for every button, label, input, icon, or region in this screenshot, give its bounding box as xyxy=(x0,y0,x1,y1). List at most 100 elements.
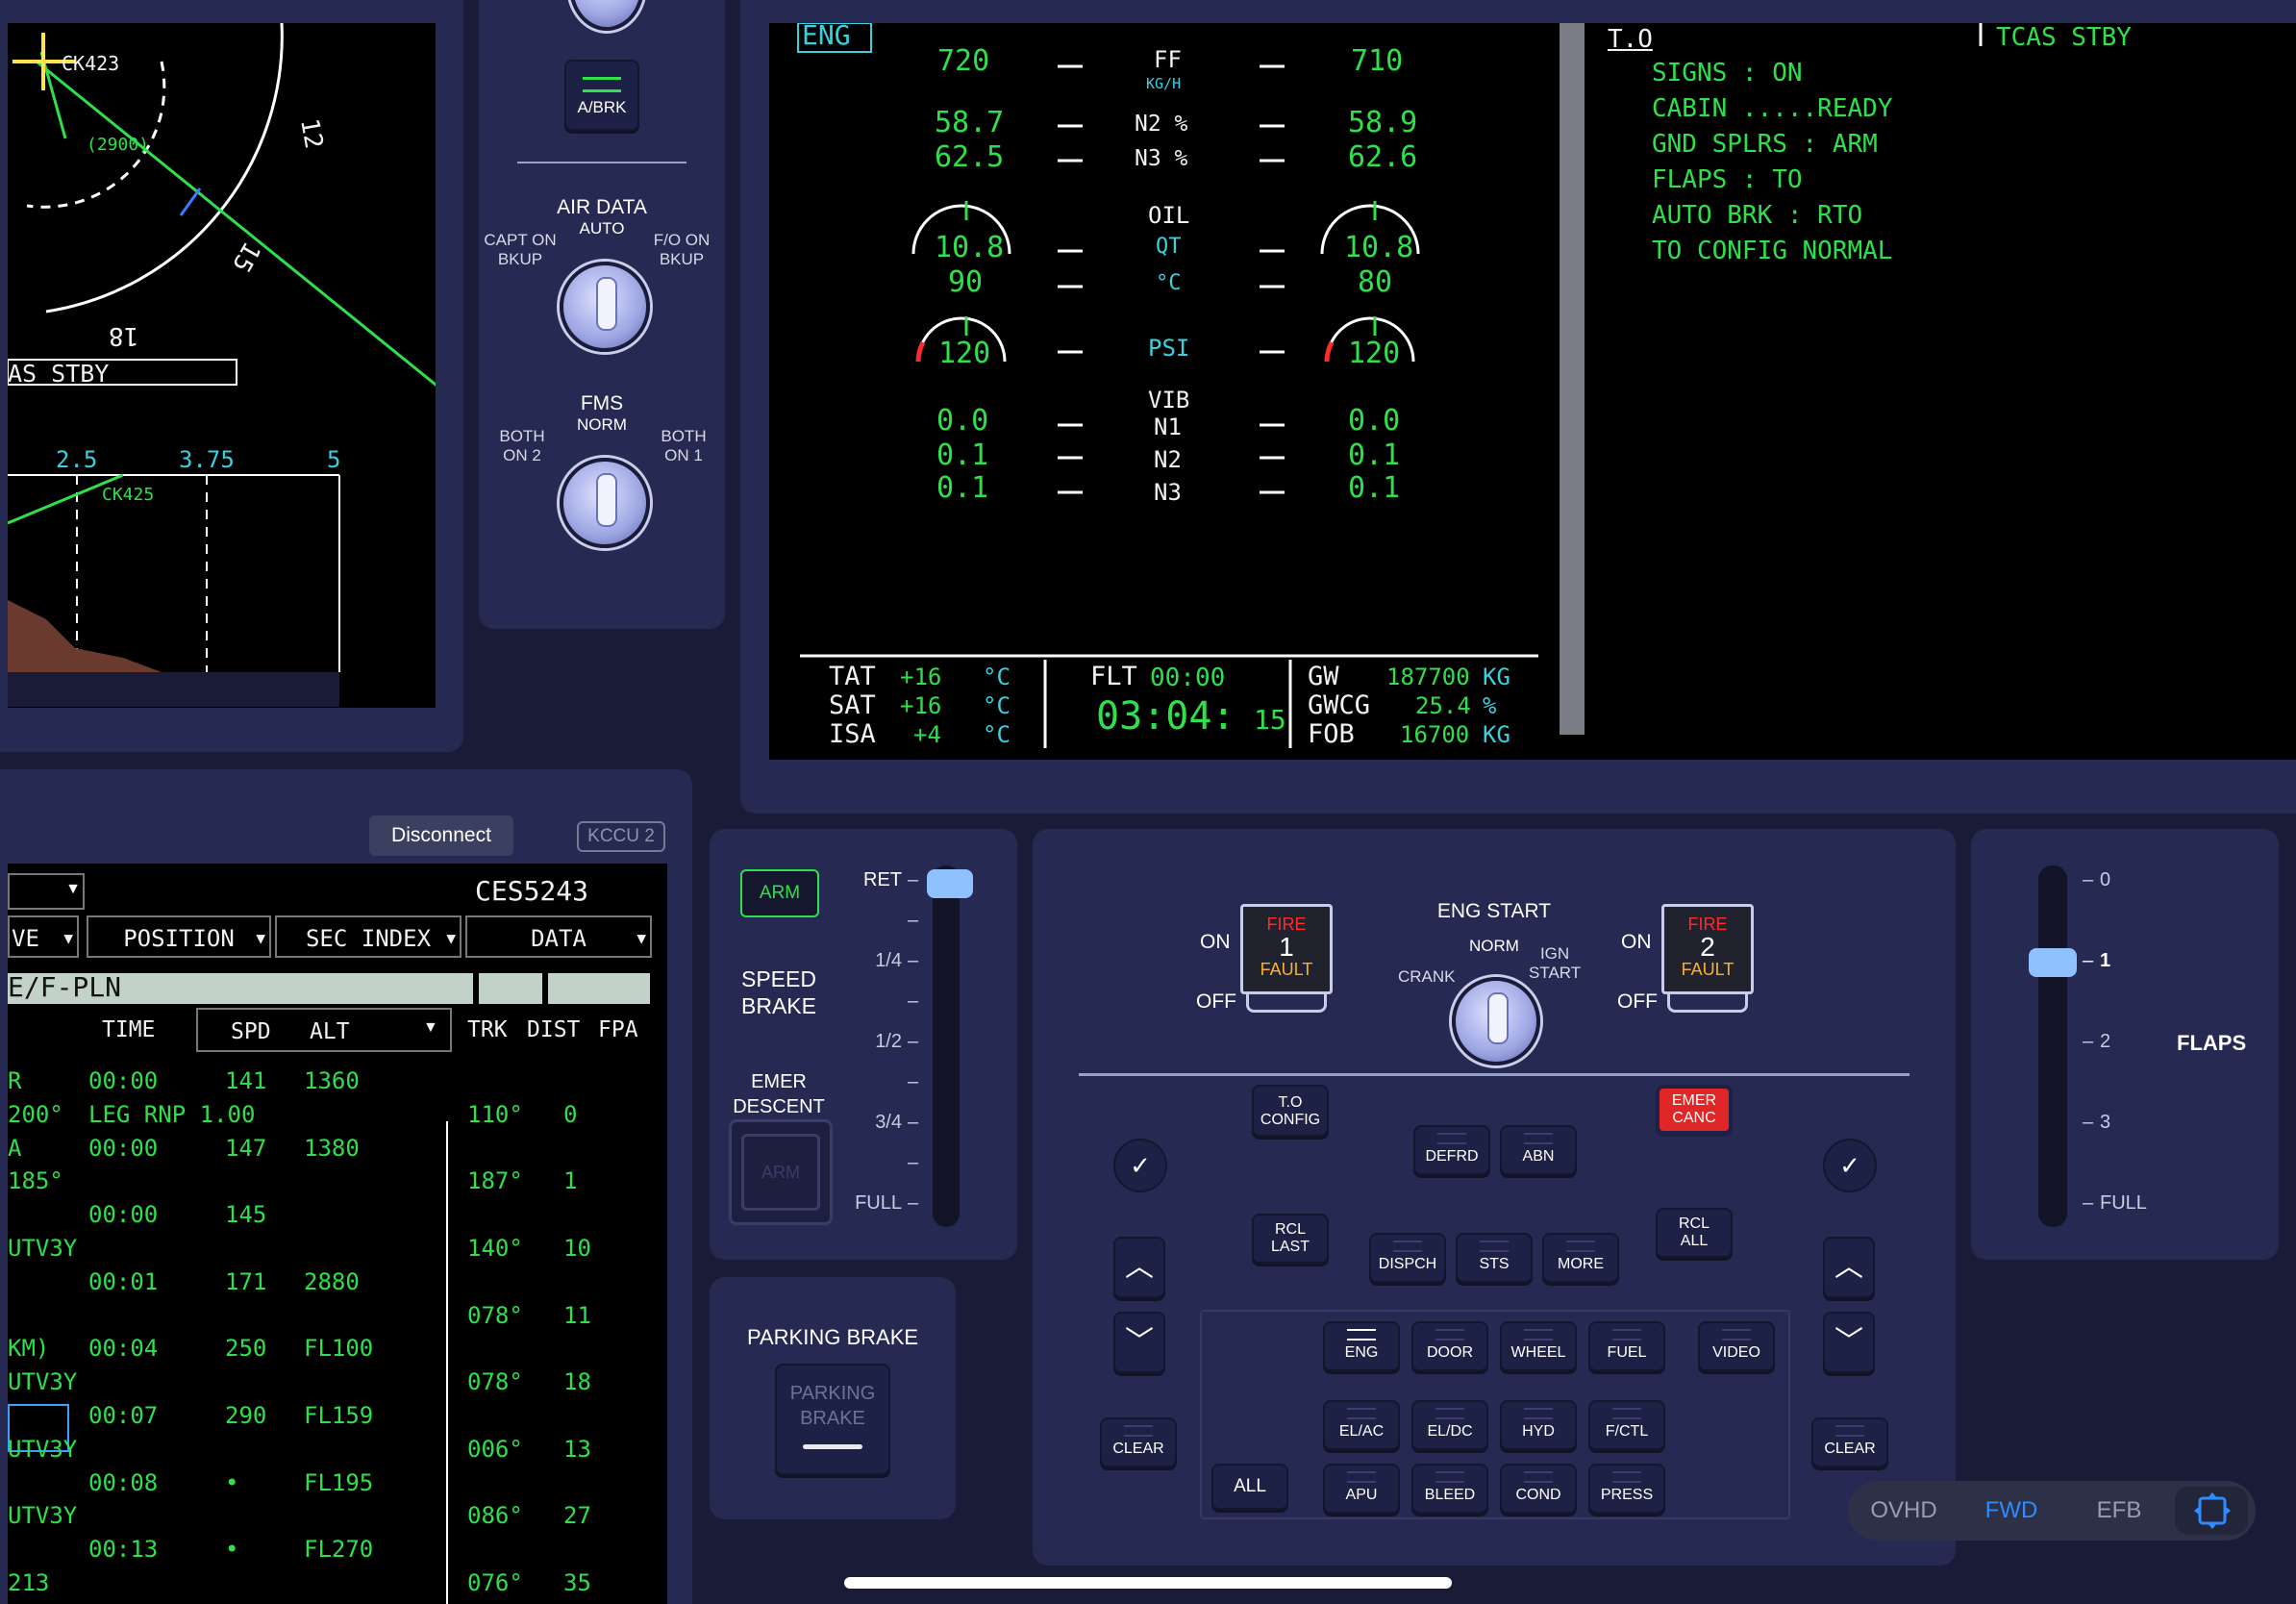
sd-fctl-button[interactable]: F/CTL xyxy=(1588,1400,1665,1450)
flaps-tick-mark: – xyxy=(2083,950,2094,971)
abn-button[interactable]: ABN xyxy=(1500,1125,1577,1175)
tab-efb[interactable]: EFB xyxy=(2081,1481,2158,1541)
speed-brake-title: SPEED BRAKE xyxy=(741,966,816,1018)
abrk-label: A/BRK xyxy=(577,98,627,116)
defrd-button[interactable]: DEFRD xyxy=(1413,1125,1490,1175)
row-time: 00:04 xyxy=(88,1335,159,1363)
emer-descent-arm-button[interactable]: ARM xyxy=(741,1134,820,1211)
sd-fuel-button[interactable]: FUEL xyxy=(1588,1321,1665,1371)
sd-door-button[interactable]: DOOR xyxy=(1411,1321,1488,1371)
flaps-track[interactable] xyxy=(2038,865,2067,1227)
sd-bleed-button[interactable]: BLEED xyxy=(1411,1464,1488,1514)
emer-descent-guard[interactable]: ARM xyxy=(729,1119,833,1225)
chevron-up-icon: ︿ xyxy=(1834,1251,1863,1283)
fpln-title: E/F-PLN xyxy=(8,971,122,1003)
brightness-up-right[interactable]: ︿ xyxy=(1823,1237,1875,1298)
vib-n3-right: 0.1 xyxy=(1348,471,1401,505)
sd-eldc-button[interactable]: EL/DC xyxy=(1411,1400,1488,1450)
row-speed: • xyxy=(225,1468,239,1496)
emer-canc-button[interactable]: EMER CANC xyxy=(1656,1085,1733,1137)
to-config-button[interactable]: T.O CONFIG xyxy=(1252,1085,1329,1137)
n3-right: 62.6 xyxy=(1348,140,1418,174)
mcdu-dropdown[interactable]: ▼ xyxy=(8,873,85,910)
tab-fwd[interactable]: FWD xyxy=(1973,1481,2050,1541)
sd-video-button[interactable]: VIDEO xyxy=(1698,1321,1775,1371)
rcl-all-button[interactable]: RCL ALL xyxy=(1656,1208,1733,1258)
sd-door-label: DOOR xyxy=(1427,1344,1473,1361)
row-waypoint: UTV3Y xyxy=(8,1368,78,1396)
more-button[interactable]: MORE xyxy=(1542,1233,1619,1283)
tab-label: DATA xyxy=(531,925,586,952)
row-waypoint: A xyxy=(8,1134,22,1162)
row-time: 00:00 xyxy=(88,1134,159,1162)
speed-brake-track[interactable] xyxy=(933,865,960,1227)
fullscreen-icon[interactable] xyxy=(2175,1487,2248,1535)
nav-scale-label: 2.5 xyxy=(56,446,98,473)
sd-press-indicator xyxy=(1612,1471,1641,1483)
fire1-number: 1 xyxy=(1279,932,1294,962)
row-time: 00:01 xyxy=(88,1267,159,1295)
sd-eng-button[interactable]: ENG xyxy=(1323,1321,1400,1371)
abrk-button[interactable]: A/BRK xyxy=(564,60,639,131)
row-altitude: 1380 xyxy=(304,1134,360,1162)
memo-line: FLAPS : TO xyxy=(1652,165,1803,194)
oil-qt-label: QT xyxy=(1156,235,1182,259)
tab-data[interactable]: DATA ▼ xyxy=(465,915,652,958)
sd-apu-label: APU xyxy=(1345,1487,1378,1503)
row-distance: 18 xyxy=(563,1368,591,1396)
sts-indicator xyxy=(1480,1241,1509,1252)
oil-qt-left: 10.8 xyxy=(935,231,1005,264)
sd-apu-button[interactable]: APU xyxy=(1323,1464,1400,1514)
sts-button[interactable]: STS xyxy=(1456,1233,1533,1283)
ff-left: 720 xyxy=(937,44,990,78)
brightness-down-right[interactable]: ﹀ xyxy=(1823,1312,1875,1373)
sd-hyd-label: HYD xyxy=(1522,1423,1555,1440)
sd-cond-button[interactable]: COND xyxy=(1500,1464,1577,1514)
fire1-pushbutton[interactable]: FIRE 1 FAULT xyxy=(1240,904,1333,994)
flaps-tick-label: FULL xyxy=(2100,1192,2147,1214)
sd-press-button[interactable]: PRESS xyxy=(1588,1464,1665,1514)
isa-value: +4 xyxy=(913,721,941,748)
tab-position[interactable]: POSITION ▼ xyxy=(87,915,271,958)
speed-brake-handle[interactable] xyxy=(927,869,973,898)
air-data-knob[interactable] xyxy=(560,262,650,352)
tab-sec-index[interactable]: SEC INDEX ▼ xyxy=(275,915,462,958)
brightness-up-left[interactable]: ︿ xyxy=(1113,1237,1165,1298)
clear-button-left[interactable]: CLEAR xyxy=(1100,1417,1177,1467)
disconnect-button[interactable]: Disconnect xyxy=(369,815,513,856)
check-button-left[interactable]: ✓ xyxy=(1113,1139,1167,1192)
fire2-fault-label: FAULT xyxy=(1681,960,1734,979)
col-header-dist: DIST xyxy=(527,1017,581,1042)
check-button-right[interactable]: ✓ xyxy=(1823,1139,1877,1192)
tab-ve[interactable]: VE ▼ xyxy=(8,915,79,958)
sd-all-button[interactable]: ALL xyxy=(1211,1464,1288,1510)
sd-wheel-indicator xyxy=(1524,1329,1553,1341)
engine-warning-display: ENG 720 FF KG/H 710 58.7 N2 % 58.9 62.5 … xyxy=(769,23,2296,760)
flaps-handle[interactable] xyxy=(2029,948,2077,977)
tab-ovhd[interactable]: OVHD xyxy=(1865,1481,1942,1541)
fire2-pushbutton[interactable]: FIRE 2 FAULT xyxy=(1661,904,1754,994)
dispch-button[interactable]: DISPCH xyxy=(1369,1233,1446,1283)
sd-video-indicator xyxy=(1722,1329,1751,1341)
speed-brake-tick-mark: – xyxy=(908,1152,919,1173)
eng-start-knob[interactable] xyxy=(1452,977,1540,1065)
clear-button-right[interactable]: CLEAR xyxy=(1811,1417,1888,1467)
rcl-last-button[interactable]: RCL LAST xyxy=(1252,1214,1329,1264)
home-indicator[interactable] xyxy=(844,1577,1452,1589)
speed-brake-tick-label: 1/4 xyxy=(875,950,902,971)
utc-clock: 03:04: xyxy=(1096,694,1235,739)
chevron-down-icon: ▼ xyxy=(446,929,456,947)
row-time: 00:00 xyxy=(88,1201,159,1229)
vib-n3-label: N3 xyxy=(1154,479,1182,506)
speed-brake-arm-button[interactable]: ARM xyxy=(740,869,819,917)
fms-knob[interactable] xyxy=(560,458,650,548)
brightness-down-left[interactable]: ﹀ xyxy=(1113,1312,1165,1373)
sd-hyd-button[interactable]: HYD xyxy=(1500,1400,1577,1450)
sd-cond-label: COND xyxy=(1515,1487,1561,1503)
sd-wheel-button[interactable]: WHEEL xyxy=(1500,1321,1577,1371)
abrk-indicator xyxy=(583,77,621,92)
sd-elac-button[interactable]: EL/AC xyxy=(1323,1400,1400,1450)
parking-brake-button[interactable]: PARKING BRAKE xyxy=(775,1364,890,1475)
sd-fuel-indicator xyxy=(1612,1329,1641,1341)
memo-line: AUTO BRK : RTO xyxy=(1652,201,1863,230)
